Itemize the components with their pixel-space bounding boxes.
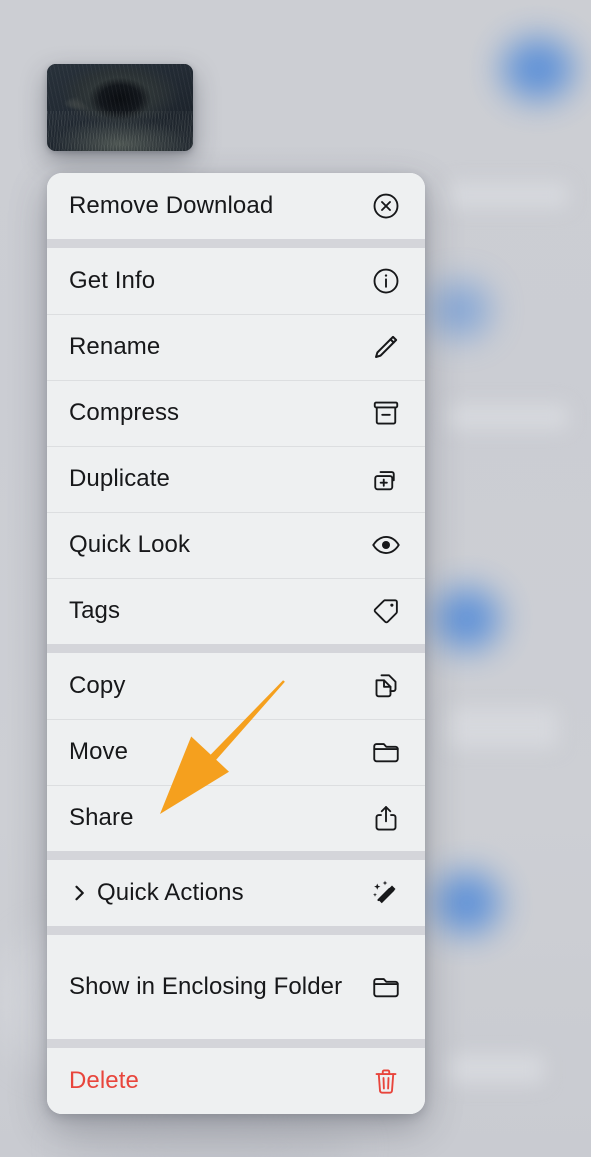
menu-item-quick-actions[interactable]: Quick Actions — [47, 860, 425, 926]
file-preview-thumbnail — [47, 64, 193, 151]
menu-item-quick-look[interactable]: Quick Look — [47, 512, 425, 578]
background-blur-blob — [430, 282, 490, 338]
context-menu[interactable]: Remove Download Get Info Rename Compress Dup… — [47, 173, 425, 1114]
menu-item-label: Move — [69, 738, 129, 765]
menu-group-separator — [47, 1039, 425, 1048]
background-blur-row — [448, 182, 568, 208]
menu-item-duplicate[interactable]: Duplicate — [47, 446, 425, 512]
background-blur-row — [448, 708, 558, 748]
menu-group: Delete — [47, 1048, 425, 1114]
menu-item-label: Delete — [69, 1067, 139, 1094]
menu-item-remove-download[interactable]: Remove Download — [47, 173, 425, 239]
menu-item-label: Compress — [69, 399, 180, 426]
magic-wand-icon — [369, 876, 403, 910]
menu-item-get-info[interactable]: Get Info — [47, 248, 425, 314]
info-circle-icon — [369, 264, 403, 298]
xmark-circle-icon — [369, 189, 403, 223]
menu-item-label: Share — [69, 804, 134, 831]
background-blur-blob — [502, 38, 574, 100]
menu-item-label: Copy — [69, 672, 126, 699]
menu-item-tags[interactable]: Tags — [47, 578, 425, 644]
menu-item-share[interactable]: Share — [47, 785, 425, 851]
menu-group: Remove Download — [47, 173, 425, 239]
menu-item-label: Show in Enclosing Folder — [69, 973, 343, 1000]
background-blur-blob — [434, 872, 500, 934]
menu-group-separator — [47, 851, 425, 860]
preview-texture — [47, 110, 193, 151]
folder-icon — [369, 735, 403, 769]
tag-icon — [369, 594, 403, 628]
menu-group: Get Info Rename Compress Duplicate Quick Loo… — [47, 248, 425, 644]
menu-item-label: Duplicate — [69, 465, 170, 492]
menu-item-move[interactable]: Move — [47, 719, 425, 785]
eye-icon — [369, 528, 403, 562]
menu-group-separator — [47, 644, 425, 653]
background-blur-blob — [434, 588, 500, 650]
menu-group: Show in Enclosing Folder — [47, 935, 425, 1039]
folder-icon — [369, 970, 403, 1004]
menu-item-label: Rename — [69, 333, 161, 360]
menu-item-rename[interactable]: Rename — [47, 314, 425, 380]
duplicate-icon — [369, 462, 403, 496]
background-blur-row — [448, 1054, 544, 1084]
menu-item-delete[interactable]: Delete — [47, 1048, 425, 1114]
menu-group-separator — [47, 239, 425, 248]
menu-item-label: Quick Look — [69, 531, 191, 558]
menu-item-label: Remove Download — [69, 192, 274, 219]
background-blur-row — [448, 404, 568, 430]
menu-group: Quick Actions — [47, 860, 425, 926]
chevron-right-icon — [69, 883, 89, 903]
copy-documents-icon — [369, 669, 403, 703]
menu-item-show-in-enclosing-folder[interactable]: Show in Enclosing Folder — [47, 935, 425, 1039]
menu-item-label: Quick Actions — [97, 879, 244, 906]
menu-group: Copy Move Share — [47, 653, 425, 851]
menu-item-label: Tags — [69, 597, 121, 624]
menu-group-separator — [47, 926, 425, 935]
background-blur-blob — [60, 1116, 360, 1157]
menu-item-copy[interactable]: Copy — [47, 653, 425, 719]
menu-item-label: Get Info — [69, 267, 156, 294]
share-up-arrow-icon — [369, 801, 403, 835]
pencil-icon — [369, 330, 403, 364]
menu-item-compress[interactable]: Compress — [47, 380, 425, 446]
archivebox-icon — [369, 396, 403, 430]
trash-icon — [369, 1064, 403, 1098]
